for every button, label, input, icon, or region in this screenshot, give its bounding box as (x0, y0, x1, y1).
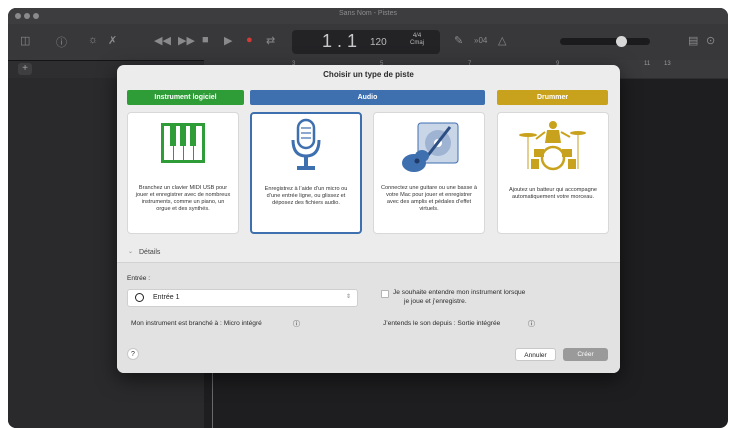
info-icon[interactable]: ⓘ (528, 319, 535, 329)
card-description: Enregistrez à l’aide d’un micro ou d’une… (264, 186, 348, 206)
lcd-display[interactable]: 1 . 1 120 4/4 Cmaj (292, 30, 440, 54)
lcd-tempo: 120 (370, 37, 387, 48)
notepad-icon[interactable]: ▤ (688, 34, 698, 47)
metronome-icon[interactable]: △ (498, 34, 506, 47)
microphone-icon (291, 118, 321, 170)
monitor-checkbox[interactable] (381, 290, 389, 298)
output-info-text: J’entends le son depuis : Sortie intégré… (383, 320, 501, 327)
instrument-connected-text: Mon instrument est branché à : Micro int… (131, 320, 262, 327)
count-in-toggle[interactable]: »04 (474, 36, 487, 45)
editors-icon[interactable]: ✗ (108, 34, 117, 47)
monitor-checkbox-label-2: je joue et j’enregistre. (404, 298, 467, 305)
details-panel: Entrée : Entrée 1 ⇕ Je souhaite entendre… (117, 262, 620, 373)
lcd-time-signature: 4/4 (412, 33, 422, 39)
keyboard-icon (161, 123, 205, 163)
cancel-button[interactable]: Annuler (515, 348, 556, 361)
details-label: Détails (139, 249, 161, 256)
help-button[interactable]: ? (127, 348, 139, 360)
window-title: Sans Nom - Pistes (339, 10, 397, 17)
toolbar: ◫ ⓘ ☼ ✗ ◀◀ ▶▶ ■ ▶ ● ⇄ 1 . 1 120 4/4 Cmaj… (8, 24, 728, 60)
category-software-instrument[interactable]: Instrument logiciel (127, 90, 244, 105)
input-select-value: Entrée 1 (153, 294, 180, 301)
card-description: Ajoutez un batteur qui accompagne automa… (508, 187, 597, 200)
add-track-button[interactable]: + (18, 63, 32, 75)
play-icon[interactable]: ▶ (224, 34, 232, 47)
loop-browser-icon[interactable]: ⊙ (706, 34, 715, 47)
updown-chevron-icon: ⇕ (345, 294, 351, 300)
dialog-title: Choisir un type de piste (323, 70, 414, 79)
lcd-position: 1 . 1 (322, 31, 358, 51)
create-button[interactable]: Créer (563, 348, 608, 361)
ruler-bar-number: 11 (644, 61, 651, 67)
master-volume-knob[interactable] (616, 36, 627, 47)
cycle-icon[interactable]: ⇄ (266, 34, 275, 47)
input-select[interactable]: Entrée 1 ⇕ (127, 289, 358, 307)
ruler-bar-number: 13 (664, 61, 671, 67)
tuner-icon[interactable]: ✎ (454, 34, 463, 47)
card-drummer[interactable]: Ajoutez un batteur qui accompagne automa… (497, 112, 609, 234)
card-audio-guitar[interactable]: Connectez une guitare ou une basse à vot… (373, 112, 485, 234)
info-icon[interactable]: ⓘ (293, 319, 300, 329)
input-label: Entrée : (127, 275, 151, 282)
master-volume-slider[interactable] (560, 36, 650, 47)
guitar-icon (402, 122, 459, 172)
help-icon[interactable]: ⓘ (56, 34, 67, 50)
monitor-checkbox-label: Je souhaite entendre mon instrument lors… (393, 289, 526, 296)
title-bar: Sans Nom - Pistes (8, 8, 728, 24)
drummer-icon (519, 121, 586, 171)
input-source-icon (135, 293, 144, 302)
category-audio[interactable]: Audio (250, 90, 485, 105)
new-track-dialog: Choisir un type de piste Instrument logi… (117, 65, 620, 373)
card-software-instrument[interactable]: Branchez un clavier MIDI USB pour jouer … (127, 112, 239, 234)
stop-icon[interactable]: ■ (202, 34, 209, 46)
rewind-icon[interactable]: ◀◀ (154, 34, 171, 47)
card-description: Connectez une guitare ou une basse à vot… (380, 185, 478, 212)
chevron-down-icon: ⌄ (128, 249, 134, 255)
lcd-signature: 4/4 Cmaj (410, 33, 424, 47)
card-description: Branchez un clavier MIDI USB pour jouer … (135, 185, 231, 212)
fast-forward-icon[interactable]: ▶▶ (178, 34, 195, 47)
record-icon[interactable]: ● (246, 34, 253, 46)
category-drummer[interactable]: Drummer (497, 90, 608, 105)
smart-controls-icon[interactable]: ☼ (88, 34, 98, 46)
card-audio-microphone[interactable]: Enregistrez à l’aide d’un micro ou d’une… (250, 112, 362, 234)
library-icon[interactable]: ◫ (20, 34, 30, 47)
lcd-key: Cmaj (410, 40, 425, 46)
details-disclosure[interactable]: ⌄ Détails (117, 245, 620, 261)
